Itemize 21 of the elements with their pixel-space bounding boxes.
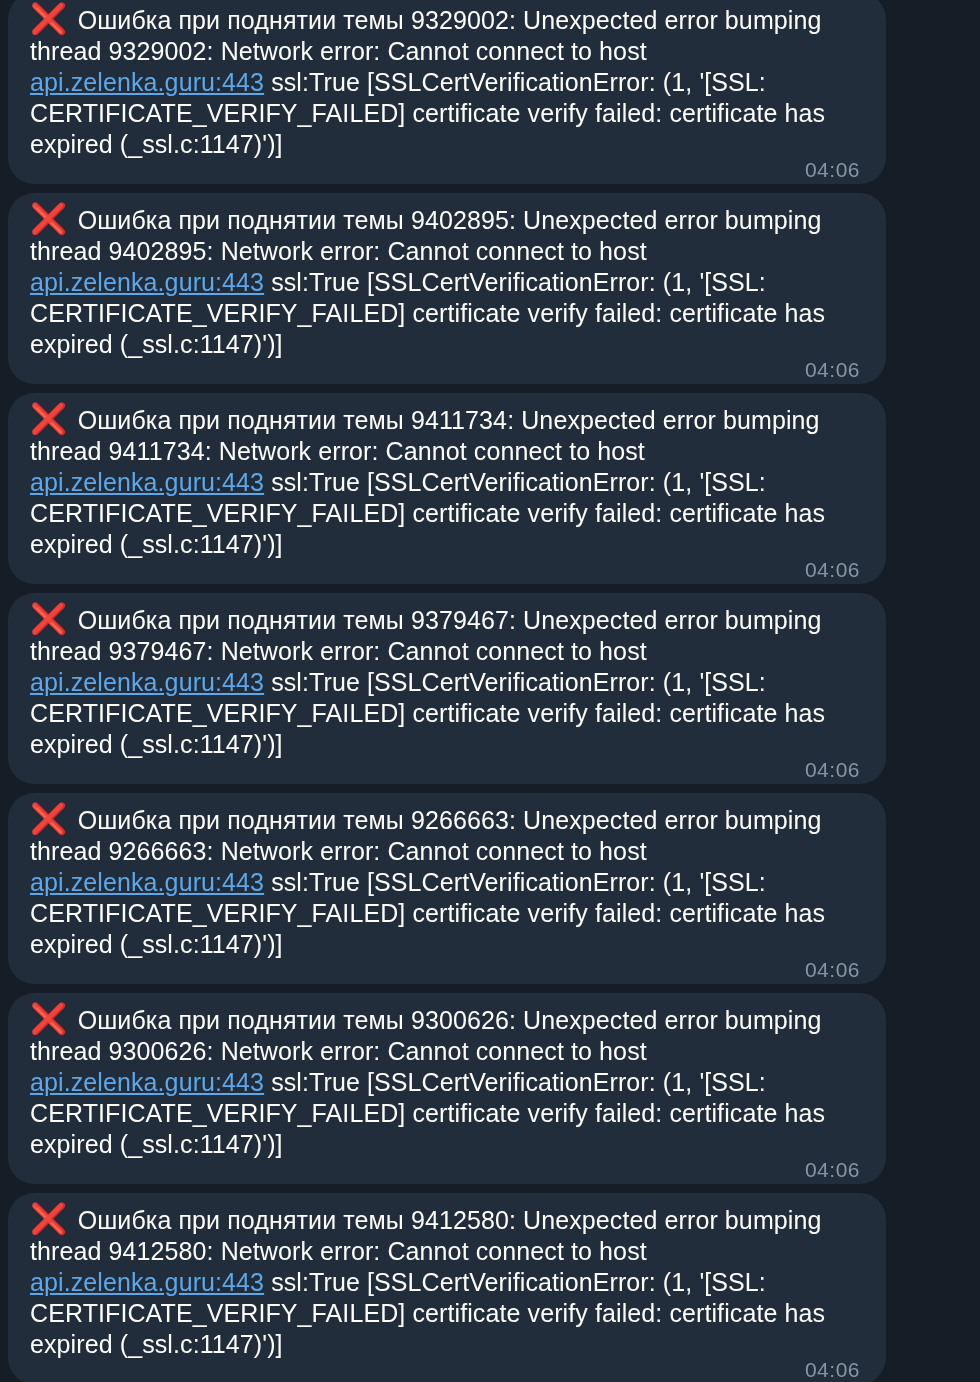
message-text: ❌ Ошибка при поднятии темы 9411734: Unexpected error bumping thread 9411734: Network error: Cannot connect to host api.zelenka.guru:443 ssl:True [SSLCertVerificationError: (1, '[SSL: CERTIFICATE_VERIFY_FAILED] certificate verify failed: certificate has expired (_ssl.c:1147)')] <box>30 403 827 560</box>
message-time: 04:06 <box>804 560 860 580</box>
message-link[interactable]: api.zelenka.guru:443 <box>30 1268 265 1296</box>
message-text: ❌ Ошибка при поднятии темы 9266663: Unexpected error bumping thread 9266663: Network error: Cannot connect to host api.zelenka.guru:443 ssl:True [SSLCertVerificationError: (1, '[SSL: CERTIFICATE_VERIFY_FAILED] certificate verify failed: certificate has expired (_ssl.c:1147)')] <box>30 803 827 960</box>
message-link[interactable]: api.zelenka.guru:443 <box>30 868 265 896</box>
message-time: 04:06 <box>804 360 860 380</box>
message-time: 04:06 <box>804 1160 860 1180</box>
message-text: ❌ Ошибка при поднятии темы 9300626: Unexpected error bumping thread 9300626: Network error: Cannot connect to host api.zelenka.guru:443 ssl:True [SSLCertVerificationError: (1, '[SSL: CERTIFICATE_VERIFY_FAILED] certificate verify failed: certificate has expired (_ssl.c:1147)')] <box>30 1003 827 1160</box>
message-link[interactable]: api.zelenka.guru:443 <box>30 668 265 696</box>
message-link[interactable]: api.zelenka.guru:443 <box>30 468 265 496</box>
message-link[interactable]: api.zelenka.guru:443 <box>30 1068 265 1096</box>
message-time: 04:06 <box>804 760 860 780</box>
message-text: ❌ Ошибка при поднятии темы 9412580: Unexpected error bumping thread 9412580: Network error: Cannot connect to host api.zelenka.guru:443 ssl:True [SSLCertVerificationError: (1, '[SSL: CERTIFICATE_VERIFY_FAILED] certificate verify failed: certificate has expired (_ssl.c:1147)')] <box>30 1203 827 1360</box>
message-time: 04:06 <box>804 1360 860 1380</box>
message-text: ❌ Ошибка при поднятии темы 9329002: Unexpected error bumping thread 9329002: Network error: Cannot connect to host api.zelenka.guru:443 ssl:True [SSLCertVerificationError: (1, '[SSL: CERTIFICATE_VERIFY_FAILED] certificate verify failed: certificate has expired (_ssl.c:1147)')] <box>30 3 827 160</box>
message-link[interactable]: api.zelenka.guru:443 <box>30 268 265 296</box>
message-link[interactable]: api.zelenka.guru:443 <box>30 68 265 96</box>
message-text: ❌ Ошибка при поднятии темы 9379467: Unexpected error bumping thread 9379467: Network error: Cannot connect to host api.zelenka.guru:443 ssl:True [SSLCertVerificationError: (1, '[SSL: CERTIFICATE_VERIFY_FAILED] certificate verify failed: certificate has expired (_ssl.c:1147)')] <box>30 603 827 760</box>
message-text: ❌ Ошибка при поднятии темы 9402895: Unexpected error bumping thread 9402895: Network error: Cannot connect to host api.zelenka.guru:443 ssl:True [SSLCertVerificationError: (1, '[SSL: CERTIFICATE_VERIFY_FAILED] certificate verify failed: certificate has expired (_ssl.c:1147)')] <box>30 203 827 360</box>
message-time: 04:06 <box>804 160 860 180</box>
message-time: 04:06 <box>804 960 860 980</box>
